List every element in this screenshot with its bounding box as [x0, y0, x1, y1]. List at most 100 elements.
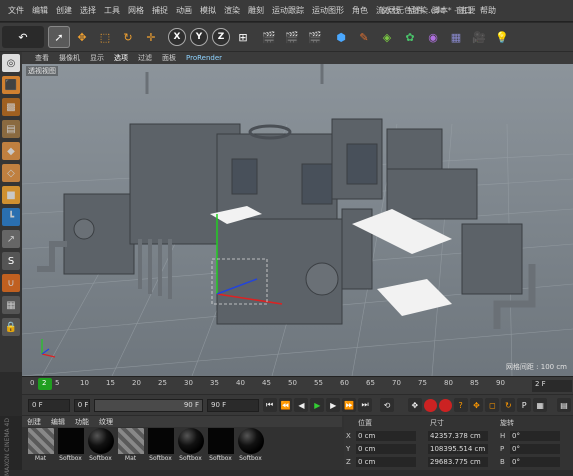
- material-menu-texture[interactable]: 纹理: [94, 417, 118, 427]
- viewport-menu-filter[interactable]: 过滤: [133, 53, 157, 63]
- keyframe-selection-icon[interactable]: ?: [453, 398, 468, 412]
- perspective-viewport[interactable]: 透视视图 网格间距 : 100 cm: [22, 64, 573, 376]
- subdivision-icon[interactable]: ◈: [376, 26, 398, 48]
- undo-icon[interactable]: ↶: [2, 26, 44, 48]
- y-axis-icon[interactable]: Y: [190, 28, 208, 46]
- play-icon[interactable]: ▶: [310, 398, 325, 412]
- material-swatch[interactable]: [207, 428, 234, 454]
- coord-system-icon[interactable]: ⊞: [232, 26, 254, 48]
- material-menu-edit[interactable]: 编辑: [46, 417, 70, 427]
- material-item[interactable]: Softbox: [56, 428, 85, 470]
- menu-mesh[interactable]: 网格: [124, 5, 148, 16]
- menu-create[interactable]: 创建: [52, 5, 76, 16]
- menu-sculpt[interactable]: 雕刻: [244, 5, 268, 16]
- model-mode-icon[interactable]: ⬛: [2, 76, 20, 94]
- size-x-field[interactable]: 42357.378 cm: [428, 431, 488, 441]
- menu-motion-tracking[interactable]: 运动跟踪: [268, 5, 308, 16]
- position-key-icon[interactable]: ✥: [469, 398, 484, 412]
- light-icon[interactable]: 💡: [491, 26, 513, 48]
- material-swatch[interactable]: [117, 428, 144, 454]
- material-menu-create[interactable]: 创建: [22, 417, 46, 427]
- material-swatch[interactable]: [57, 428, 84, 454]
- viewport-menu-panel[interactable]: 面板: [157, 53, 181, 63]
- material-item[interactable]: Mat: [26, 428, 55, 470]
- current-frame-field[interactable]: 2 F: [532, 380, 572, 392]
- polygons-mode-icon[interactable]: ■: [2, 186, 20, 204]
- material-item[interactable]: Softbox: [236, 428, 265, 470]
- viewport-menu-display[interactable]: 显示: [85, 53, 109, 63]
- pen-icon[interactable]: ✎: [353, 26, 375, 48]
- scale-icon[interactable]: ⬚: [94, 26, 116, 48]
- menu-help[interactable]: 帮助: [476, 5, 500, 16]
- material-swatch[interactable]: [87, 428, 114, 454]
- previous-frame-icon[interactable]: ◀: [294, 398, 309, 412]
- viewport-menu-camera[interactable]: 摄像机: [54, 53, 85, 63]
- rotate-icon[interactable]: ↻: [117, 26, 139, 48]
- grid-snap-icon[interactable]: ▦: [2, 296, 20, 314]
- next-key-icon[interactable]: ⏩: [342, 398, 357, 412]
- viewport-menu-prorender[interactable]: ProRender: [181, 54, 227, 62]
- menu-tools[interactable]: 工具: [100, 5, 124, 16]
- render-view-icon[interactable]: 🎬: [258, 26, 280, 48]
- material-item[interactable]: Softbox: [146, 428, 175, 470]
- material-item[interactable]: Mat: [116, 428, 145, 470]
- record-icon[interactable]: [423, 398, 437, 412]
- scale-key-icon[interactable]: ◻: [485, 398, 500, 412]
- tweak-mode-icon[interactable]: ↗: [2, 230, 20, 248]
- timeline-window-icon[interactable]: ▤: [557, 398, 571, 412]
- camera-icon[interactable]: 🎥: [468, 26, 490, 48]
- material-swatch[interactable]: [237, 428, 264, 454]
- material-swatch[interactable]: [147, 428, 174, 454]
- position-z-field[interactable]: 0 cm: [356, 457, 416, 467]
- menu-animate[interactable]: 动画: [172, 5, 196, 16]
- menu-render[interactable]: 渲染: [220, 5, 244, 16]
- timeline[interactable]: 0 2 5 10 15 20 25 30 35 40 45 50 55 60 6…: [22, 376, 573, 394]
- material-swatch[interactable]: [27, 428, 54, 454]
- menu-select[interactable]: 选择: [76, 5, 100, 16]
- make-editable-icon[interactable]: ◎: [2, 54, 20, 72]
- go-to-end-icon[interactable]: ⏭: [358, 398, 373, 412]
- point-level-icon[interactable]: ▦: [533, 398, 548, 412]
- go-to-start-icon[interactable]: ⏮: [262, 398, 277, 412]
- points-mode-icon[interactable]: ◆: [2, 142, 20, 160]
- deformer-icon[interactable]: ◉: [422, 26, 444, 48]
- move-key-icon[interactable]: ✥: [407, 398, 422, 412]
- menu-snap[interactable]: 捕捉: [148, 5, 172, 16]
- end-frame-field[interactable]: 90 F: [206, 398, 259, 412]
- parameter-key-icon[interactable]: P: [517, 398, 532, 412]
- material-menu-function[interactable]: 功能: [70, 417, 94, 427]
- autokey-icon[interactable]: [438, 398, 452, 412]
- z-axis-icon[interactable]: Z: [212, 28, 230, 46]
- size-z-field[interactable]: 29683.775 cm: [428, 457, 488, 467]
- add-icon[interactable]: ✛: [140, 26, 162, 48]
- render-picture-viewer-icon[interactable]: 🎬: [281, 26, 303, 48]
- menu-mograph[interactable]: 运动图形: [308, 5, 348, 16]
- range-slider[interactable]: 90 F: [93, 398, 203, 412]
- size-y-field[interactable]: 108395.514 cm: [428, 444, 488, 454]
- lock-icon[interactable]: 🔒: [2, 318, 20, 336]
- cube-icon[interactable]: ⬢: [330, 26, 352, 48]
- material-swatch[interactable]: [177, 428, 204, 454]
- menu-edit[interactable]: 编辑: [28, 5, 52, 16]
- rotation-key-icon[interactable]: ↻: [501, 398, 516, 412]
- select-arrow-icon[interactable]: ➚: [48, 26, 70, 48]
- menu-file[interactable]: 文件: [4, 5, 28, 16]
- magnet-icon[interactable]: ∪: [2, 274, 20, 292]
- menu-character[interactable]: 角色: [348, 5, 372, 16]
- position-y-field[interactable]: 0 cm: [356, 444, 416, 454]
- current-frame-input[interactable]: 0 F: [73, 398, 90, 412]
- render-settings-icon[interactable]: 🎬: [304, 26, 326, 48]
- rotation-p-field[interactable]: 0°: [510, 444, 560, 454]
- viewport-menu-options[interactable]: 选项: [109, 53, 133, 63]
- axis-mode-icon[interactable]: ┗: [2, 208, 20, 226]
- loop-icon[interactable]: ⟲: [380, 398, 394, 412]
- start-frame-field[interactable]: 0 F: [28, 398, 70, 412]
- workplane-icon[interactable]: ▤: [2, 120, 20, 138]
- texture-mode-icon[interactable]: ▩: [2, 98, 20, 116]
- rotation-h-field[interactable]: 0°: [510, 431, 560, 441]
- move-icon[interactable]: ✥: [71, 26, 93, 48]
- material-item[interactable]: Softbox: [176, 428, 205, 470]
- next-frame-icon[interactable]: ▶: [326, 398, 341, 412]
- viewport-menu-view[interactable]: 查看: [30, 53, 54, 63]
- material-item[interactable]: Softbox: [206, 428, 235, 470]
